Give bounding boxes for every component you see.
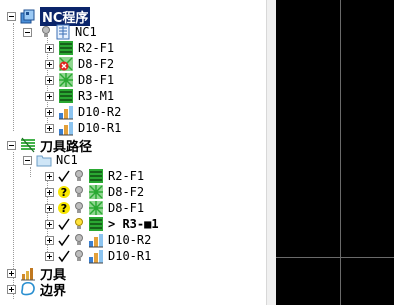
question-mark-icon: ? <box>58 186 70 199</box>
check-icon <box>58 170 70 183</box>
tree-label: NC1 <box>56 153 78 167</box>
collapse-toggle[interactable] <box>23 27 32 37</box>
tree-item-toolpath-d8-f2[interactable]: ? D8-F2 <box>45 184 144 200</box>
collapse-toggle[interactable] <box>7 140 16 150</box>
check-icon <box>58 250 70 263</box>
expand-toggle[interactable] <box>45 123 54 133</box>
expand-toggle[interactable] <box>45 251 54 261</box>
tree-label: 边界 <box>40 283 67 299</box>
toolpath-roughing-icon <box>89 250 103 264</box>
toolpath-raster-icon <box>89 217 103 231</box>
tree-item-nc-d8-f2[interactable]: D8-F2 <box>45 56 114 72</box>
explorer-tree: NC程序 NC1 R2-F1 D8-F2 D8-F1 R3-M1 D10-R2 … <box>0 0 276 305</box>
nc-file-icon <box>56 24 70 40</box>
toolpath-cross-icon <box>89 201 103 215</box>
toolpath-folder-icon <box>21 137 35 153</box>
expand-toggle[interactable] <box>45 219 54 229</box>
expand-toggle[interactable] <box>7 284 16 294</box>
tree-label: NC1 <box>75 25 97 39</box>
tree-item-toolpath-r2-f1[interactable]: R2-F1 <box>45 168 144 184</box>
lightbulb-icon <box>75 234 83 245</box>
tree-item-toolpath-d8-f1[interactable]: ? D8-F1 <box>45 200 144 216</box>
tree-item-nc-programs[interactable]: NC程序 <box>7 6 91 26</box>
svg-text:?: ? <box>61 186 67 199</box>
check-icon <box>58 218 70 231</box>
tree-item-toolpath-folder-nc1[interactable]: NC1 <box>23 152 78 168</box>
question-mark-icon: ? <box>58 202 70 215</box>
toolpath-raster-icon <box>89 169 103 183</box>
folder-icon <box>36 155 52 167</box>
lightbulb-icon <box>42 26 50 37</box>
check-icon <box>58 234 70 247</box>
expand-toggle[interactable] <box>45 187 54 197</box>
vertical-scrollbar[interactable] <box>266 0 276 305</box>
svg-text:?: ? <box>61 202 67 215</box>
toolpath-cross-icon <box>89 185 103 199</box>
tree-label: NC程序 <box>40 6 91 26</box>
toolpath-raster-icon <box>59 41 73 55</box>
tree-item-nc-d8-f1[interactable]: D8-F1 <box>45 72 114 88</box>
tree-item-toolpath-r3-m1[interactable]: > R3-■1 <box>45 216 159 232</box>
toolpath-cross-icon <box>59 73 73 87</box>
tree-label-active: > R3-■1 <box>108 217 159 231</box>
tree-item-boundaries[interactable]: 边界 <box>7 281 67 299</box>
toolpath-roughing-icon <box>59 106 73 120</box>
tree-label: R3-M1 <box>78 89 115 103</box>
toolpath-raster-icon <box>59 89 73 103</box>
toolpath-error-icon <box>59 57 73 71</box>
tree-label: D8-F1 <box>108 201 145 215</box>
tree-item-nc1[interactable]: NC1 <box>23 24 97 40</box>
viewport-grid-horizontal-line <box>276 257 394 258</box>
expand-toggle[interactable] <box>45 235 54 245</box>
tree-label: D10-R1 <box>78 121 122 135</box>
lightbulb-icon <box>75 170 83 181</box>
toolpath-roughing-icon <box>89 234 103 248</box>
tree-label: D8-F1 <box>78 73 115 87</box>
tree-item-toolpaths[interactable]: 刀具路径 <box>7 137 92 155</box>
collapse-toggle[interactable] <box>23 155 32 165</box>
lightbulb-icon <box>75 202 83 213</box>
tree-label: D10-R2 <box>108 233 152 247</box>
tool-icon <box>21 268 35 281</box>
expand-toggle[interactable] <box>45 59 54 69</box>
expand-toggle[interactable] <box>45 171 54 181</box>
expand-toggle[interactable] <box>7 268 16 278</box>
expand-toggle[interactable] <box>45 91 54 101</box>
toolpath-roughing-icon <box>59 122 73 136</box>
expand-toggle[interactable] <box>45 203 54 213</box>
tree-item-nc-d10-r1[interactable]: D10-R1 <box>45 120 121 136</box>
boundary-icon <box>21 281 35 296</box>
collapse-toggle[interactable] <box>7 11 16 21</box>
viewport-grid-vertical-line <box>340 0 341 305</box>
tree-item-nc-r3-m1[interactable]: R3-M1 <box>45 88 114 104</box>
lightbulb-icon <box>75 186 83 197</box>
tree-item-nc-r2-f1[interactable]: R2-F1 <box>45 40 114 56</box>
graphics-viewport[interactable] <box>276 0 394 305</box>
expand-toggle[interactable] <box>45 107 54 117</box>
tree-label: D8-F2 <box>78 57 115 71</box>
nc-program-icon <box>20 9 35 24</box>
tree-label: D8-F2 <box>108 185 145 199</box>
expand-toggle[interactable] <box>45 75 54 85</box>
tree-label: R2-F1 <box>78 41 115 55</box>
tree-item-nc-d10-r2[interactable]: D10-R2 <box>45 104 121 120</box>
tree-label: D10-R1 <box>108 249 152 263</box>
lightbulb-icon <box>75 250 83 261</box>
tree-label: D10-R2 <box>78 105 122 119</box>
tree-item-toolpath-d10-r1[interactable]: D10-R1 <box>45 248 151 264</box>
lightbulb-on-icon <box>75 218 83 229</box>
tree-label: R2-F1 <box>108 169 145 183</box>
expand-toggle[interactable] <box>45 43 54 53</box>
tree-item-toolpath-d10-r2[interactable]: D10-R2 <box>45 232 151 248</box>
